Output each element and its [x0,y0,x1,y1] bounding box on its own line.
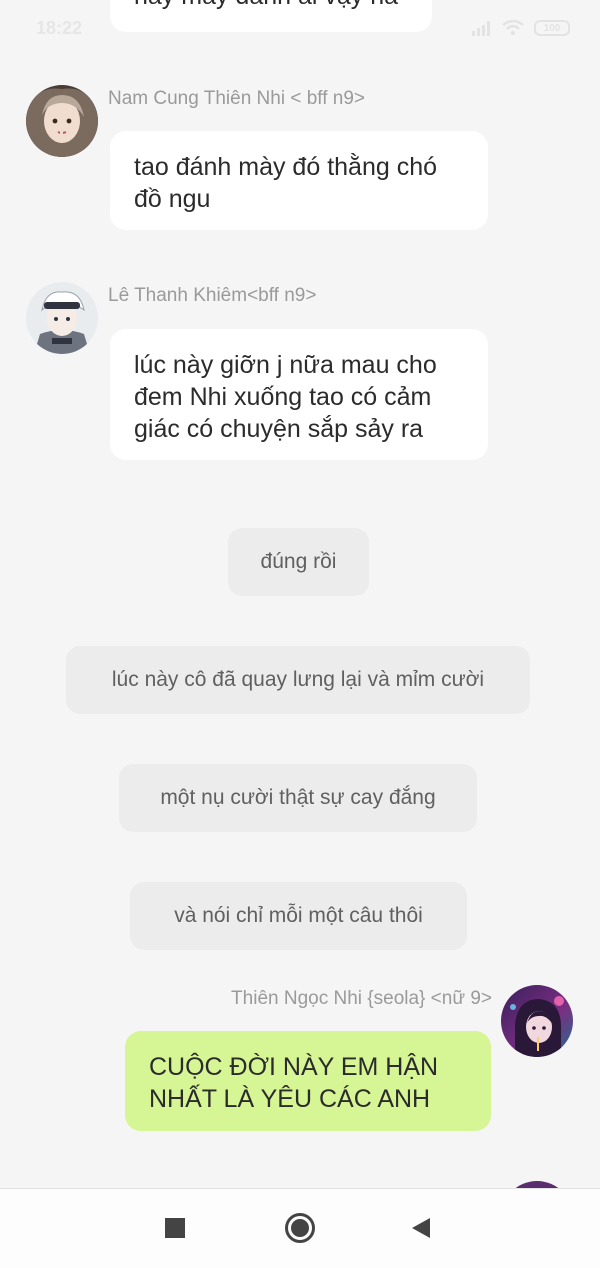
battery-icon: 100 [534,20,570,36]
triangle-back-icon [412,1218,430,1238]
message-bubble-partial[interactable]: hay mày đánh ai vậy na [110,0,432,32]
back-button[interactable] [404,1211,438,1245]
message-text: lúc này giỡn j nữa mau cho đem Nhi xuống… [134,351,437,443]
narration-chip[interactable]: đúng rồi [228,528,369,596]
sender-name: Lê Thanh Khiêm<bff n9> [108,285,317,306]
sender-name: Nam Cung Thiên Nhi < bff n9> [108,88,366,109]
own-avatar[interactable] [501,985,573,1057]
message-bubble[interactable]: lúc này giỡn j nữa mau cho đem Nhi xuống… [110,329,488,460]
message-text: tao đánh mày đó thằng chó đồ ngu [134,153,438,213]
square-icon [165,1218,185,1238]
navigation-bar [0,1188,600,1268]
message-bubble[interactable]: tao đánh mày đó thằng chó đồ ngu [110,131,488,230]
avatar-girl-image [26,85,98,157]
own-message-text: CUỘC ĐỜI NÀY EM HẬN NHẤT LÀ YÊU CÁC ANH [149,1053,439,1113]
own-sender-name: Thiên Ngọc Nhi {seola} <nữ 9> [231,988,492,1009]
home-button[interactable] [283,1211,317,1245]
narration-chip[interactable]: lúc này cô đã quay lưng lại và mỉm cười [66,646,530,714]
own-message-bubble[interactable]: CUỘC ĐỜI NÀY EM HẬN NHẤT LÀ YÊU CÁC ANH [125,1031,491,1131]
message-text: hay mày đánh ai vậy na [134,0,398,10]
avatar[interactable] [26,85,98,157]
narration-chip[interactable]: và nói chỉ mỗi một câu thôi [130,882,467,950]
chat-area[interactable]: 18:22 100 hay mày đánh ai vậy na [0,0,600,1188]
wifi-icon [502,20,524,36]
signal-icon [472,21,490,36]
avatar[interactable] [26,282,98,354]
status-time: 18:22 [36,18,83,38]
status-icons: 100 [472,20,570,36]
avatar-boy-image [26,282,98,354]
avatar-next-partial[interactable] [501,1181,573,1188]
avatar-own-image [501,985,573,1057]
narration-chip[interactable]: một nụ cười thật sự cay đắng [119,764,477,832]
narration-text: đúng rồi [260,550,337,573]
recent-apps-button[interactable] [158,1211,192,1245]
narration-text: và nói chỉ mỗi một câu thôi [174,904,423,927]
circle-home-icon [285,1213,315,1243]
narration-text: lúc này cô đã quay lưng lại và mỉm cười [111,668,485,691]
narration-text: một nụ cười thật sự cay đắng [160,786,436,809]
